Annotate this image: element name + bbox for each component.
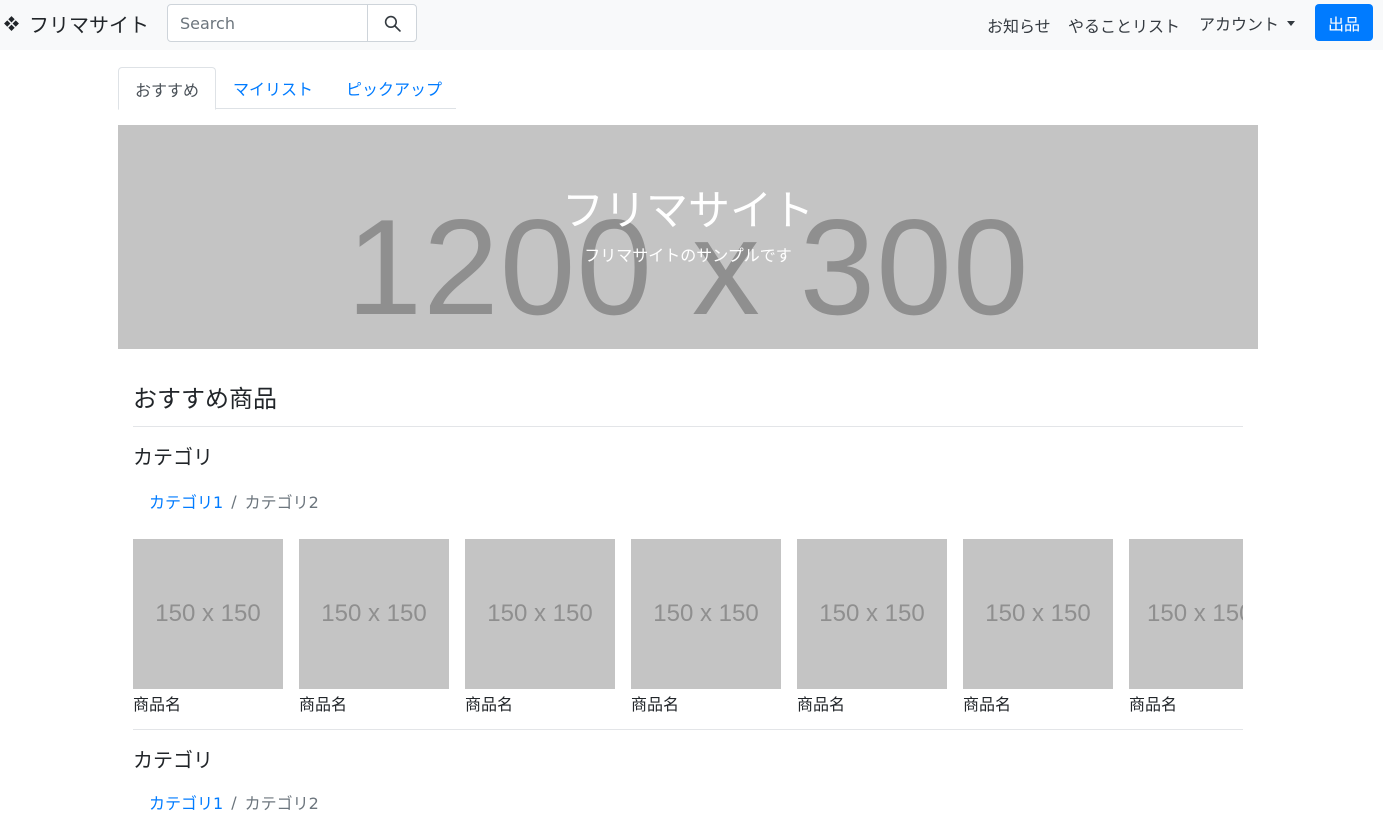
section-title: おすすめ商品	[133, 385, 277, 413]
breadcrumb-link[interactable]: カテゴリ1	[149, 790, 223, 814]
diamond-grid-icon	[4, 16, 19, 31]
product-card[interactable]: 150 x 150 商品名	[797, 539, 947, 715]
sell-button[interactable]: 出品	[1315, 4, 1373, 41]
tab-pickup[interactable]: ピックアップ	[346, 67, 442, 109]
product-card[interactable]: 150 x 150 商品名	[299, 539, 449, 715]
breadcrumb-separator: /	[231, 491, 237, 511]
breadcrumb: カテゴリ1 / カテゴリ2	[149, 790, 319, 814]
tab-mylist[interactable]: マイリスト	[233, 67, 313, 109]
product-card[interactable]: 150 x 150 商品名	[465, 539, 615, 715]
product-card[interactable]: 150 x 150 商品名	[963, 539, 1113, 715]
brand-link[interactable]: フリマサイト	[3, 9, 149, 38]
hero-title: フリマサイト	[561, 186, 814, 235]
product-name[interactable]: 商品名	[299, 691, 449, 715]
product-name[interactable]: 商品名	[631, 691, 781, 715]
search-button[interactable]	[367, 4, 417, 42]
product-image[interactable]: 150 x 150	[963, 539, 1113, 689]
caret-down-icon	[1287, 20, 1296, 26]
tab-recommended[interactable]: おすすめ	[118, 67, 216, 110]
product-card[interactable]: 150 x 150 商品名	[133, 539, 283, 715]
brand-name: フリマサイト	[29, 13, 149, 37]
category-title: カテゴリ	[133, 748, 213, 772]
product-image[interactable]: 150 x 150	[465, 539, 615, 689]
product-name[interactable]: 商品名	[1129, 691, 1243, 715]
nav-todo-link[interactable]: やることリスト	[1068, 13, 1180, 37]
product-card[interactable]: 150 x 150 商品名	[1129, 539, 1243, 715]
nav-account-dropdown[interactable]: アカウント	[1199, 11, 1296, 35]
product-image[interactable]: 150 x 150	[299, 539, 449, 689]
divider	[133, 426, 1243, 427]
product-card[interactable]: 150 x 150 商品名	[631, 539, 781, 715]
search-input[interactable]	[167, 4, 368, 42]
nav-news-link[interactable]: お知らせ	[987, 13, 1051, 37]
product-name[interactable]: 商品名	[465, 691, 615, 715]
breadcrumb-current: カテゴリ2	[244, 493, 319, 512]
breadcrumb-current: カテゴリ2	[244, 794, 319, 813]
product-name[interactable]: 商品名	[133, 691, 283, 715]
product-image[interactable]: 150 x 150	[133, 539, 283, 689]
product-image[interactable]: 150 x 150	[1129, 539, 1243, 689]
breadcrumb-link[interactable]: カテゴリ1	[149, 489, 223, 513]
breadcrumb-separator: /	[231, 792, 237, 812]
breadcrumb: カテゴリ1 / カテゴリ2	[149, 489, 319, 513]
tab-bar: おすすめ マイリスト ピックアップ	[118, 67, 456, 110]
divider	[133, 729, 1243, 730]
product-name[interactable]: 商品名	[797, 691, 947, 715]
category-title: カテゴリ	[133, 445, 213, 469]
search-icon	[384, 15, 401, 32]
product-row: 150 x 150 商品名 150 x 150 商品名 150 x 150 商品…	[133, 539, 1243, 719]
product-image[interactable]: 150 x 150	[797, 539, 947, 689]
hero-banner[interactable]: 1200 x 300 フリマサイト フリマサイトのサンプルです	[118, 125, 1258, 349]
hero-subtitle: フリマサイトのサンプルです	[584, 246, 792, 265]
top-navbar: フリマサイト お知らせ やることリスト アカウント 出品	[0, 0, 1383, 50]
nav-account-label: アカウント	[1199, 15, 1280, 34]
product-image[interactable]: 150 x 150	[631, 539, 781, 689]
product-name[interactable]: 商品名	[963, 691, 1113, 715]
